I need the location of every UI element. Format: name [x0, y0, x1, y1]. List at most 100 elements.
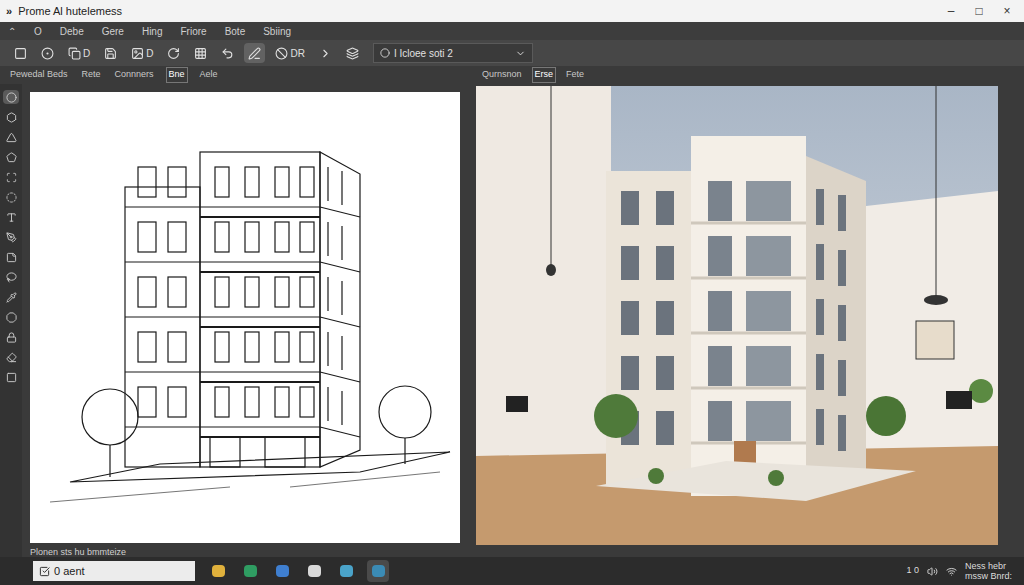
tool-icon	[41, 47, 54, 60]
tool-button[interactable]	[315, 43, 336, 63]
menu-item[interactable]: Friore	[181, 24, 207, 39]
tool-icon	[104, 47, 117, 60]
sidebar-tool[interactable]	[3, 170, 19, 184]
panel-tab[interactable]: Erse	[532, 67, 557, 83]
app-logo: »	[6, 3, 12, 20]
sidebar-tool[interactable]	[3, 130, 19, 144]
tool-icon	[6, 332, 17, 343]
menu-item[interactable]: Hing	[142, 24, 163, 39]
files-icon	[308, 565, 321, 577]
panel-tab[interactable]: Aele	[198, 68, 220, 82]
taskbar-app[interactable]	[239, 560, 261, 582]
render-panel	[476, 86, 998, 545]
tool-icon	[221, 47, 234, 60]
tool-icon	[6, 132, 17, 143]
app-icon	[372, 565, 385, 577]
tool-icon	[194, 47, 207, 60]
checkbox-icon	[39, 566, 50, 577]
tool-button[interactable]	[244, 43, 265, 63]
menu-item[interactable]: Bote	[225, 24, 246, 39]
tool-icon	[319, 47, 332, 60]
tool-icon	[6, 372, 17, 383]
sidebar-tool[interactable]	[3, 350, 19, 364]
circle-icon	[380, 48, 390, 58]
taskbar-search[interactable]: 0 aent	[33, 561, 195, 581]
toolbar: D D DR I Icloee soti 2	[0, 40, 1024, 66]
sidebar-tool[interactable]	[3, 290, 19, 304]
tray-text: mssw Bnrd:	[965, 571, 1012, 581]
tool-button[interactable]	[163, 43, 184, 63]
menu-item[interactable]: Debe	[60, 24, 84, 39]
menu-item[interactable]: O	[34, 24, 42, 39]
panel-tab[interactable]: Connners	[113, 68, 156, 82]
tool-button[interactable]: D	[127, 43, 157, 63]
workspace: Plonen sts hu bmmteize	[0, 84, 1024, 557]
title-bar: » Prome Al hutelemess –□ ×	[0, 0, 1024, 22]
app-window: » Prome Al hutelemess –□ × ⌃ O Debe Gere Hing Fri…	[0, 0, 1024, 585]
tool-icon	[6, 352, 17, 363]
preset-dropdown[interactable]: I Icloee soti 2	[373, 43, 533, 63]
menu-item[interactable]: Sbiing	[263, 24, 291, 39]
sidebar-tool[interactable]	[3, 330, 19, 344]
folder-icon	[212, 565, 225, 577]
sidebar-tool[interactable]	[3, 230, 19, 244]
panel-tab[interactable]: Pewedal Beds	[8, 68, 70, 82]
tool-button[interactable]	[342, 43, 363, 63]
tool-button[interactable]: DR	[271, 43, 308, 63]
menu-item[interactable]: ⌃	[8, 24, 16, 39]
tool-button[interactable]	[100, 43, 121, 63]
tool-button[interactable]	[37, 43, 58, 63]
sidebar-tool[interactable]	[3, 190, 19, 204]
menu-bar: ⌃ O Debe Gere Hing Friore Bote Sbiing	[0, 22, 1024, 40]
taskbar-app[interactable]	[303, 560, 325, 582]
render-image	[476, 86, 998, 545]
panel-tab[interactable]: Qurnsnon	[480, 68, 524, 82]
sidebar-tool[interactable]	[3, 210, 19, 224]
panel-tab[interactable]: Bne	[166, 67, 188, 83]
tool-button[interactable]: D	[64, 43, 94, 63]
menu-item[interactable]: Gere	[102, 24, 124, 39]
browser-icon	[340, 565, 353, 577]
tool-icon	[167, 47, 180, 60]
panel-tab[interactable]: Rete	[80, 68, 103, 82]
tool-icon	[6, 312, 17, 323]
window-control[interactable]: □	[972, 2, 986, 20]
wifi-icon[interactable]	[946, 566, 957, 577]
tool-icon	[6, 272, 17, 283]
tool-icon	[6, 192, 17, 203]
volume-icon[interactable]	[927, 566, 938, 577]
sketch-drawing	[30, 92, 460, 543]
sidebar-tool[interactable]	[3, 310, 19, 324]
tool-button[interactable]	[217, 43, 238, 63]
tool-icon	[6, 112, 17, 123]
window-control[interactable]: ×	[1000, 2, 1014, 20]
sidebar-tool[interactable]	[3, 110, 19, 124]
sidebar-tool[interactable]	[3, 90, 19, 104]
panel-tab[interactable]: Fete	[564, 68, 586, 82]
sidebar-tool[interactable]	[3, 270, 19, 284]
taskbar-app[interactable]	[207, 560, 229, 582]
tool-icon	[131, 47, 144, 60]
tool-button[interactable]	[10, 43, 31, 63]
tool-icon	[6, 152, 17, 163]
tool-button[interactable]	[190, 43, 211, 63]
chevron-down-icon	[515, 48, 526, 59]
tool-icon	[248, 47, 261, 60]
tool-icon	[6, 232, 17, 243]
tool-icon	[6, 292, 17, 303]
store-icon	[244, 565, 257, 577]
mail-icon	[276, 565, 289, 577]
taskbar-app[interactable]	[271, 560, 293, 582]
taskbar-app[interactable]	[335, 560, 357, 582]
window-title: Prome Al hutelemess	[18, 3, 122, 20]
tool-sidebar	[0, 84, 22, 557]
sidebar-tool[interactable]	[3, 250, 19, 264]
tool-icon	[6, 252, 17, 263]
panel-tabs: Pewedal Beds Rete Connners Bne Aele Qurnsnon E…	[0, 66, 1024, 84]
sidebar-tool[interactable]	[3, 370, 19, 384]
tool-icon	[6, 172, 17, 183]
taskbar-app[interactable]	[367, 560, 389, 582]
window-control[interactable]: –	[944, 2, 958, 20]
sidebar-tool[interactable]	[3, 150, 19, 164]
tool-icon	[14, 47, 27, 60]
